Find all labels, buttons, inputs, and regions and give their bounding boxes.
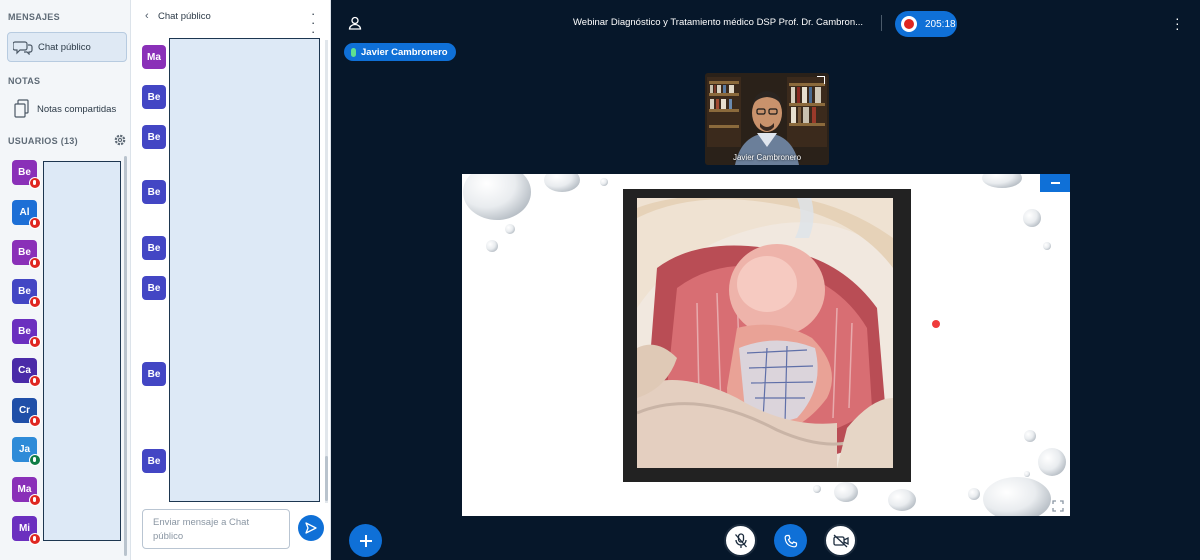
user-avatar[interactable]: Cr <box>12 398 41 427</box>
chat-messages-redacted-box <box>169 38 320 502</box>
anatomy-illustration <box>623 189 911 482</box>
fullscreen-icon[interactable] <box>1052 499 1064 512</box>
recording-time: 205:18 <box>925 18 956 30</box>
sidebar-item-public-chat[interactable]: Chat público <box>7 32 127 62</box>
muted-mic-badge-icon <box>29 217 41 229</box>
chat-message-avatar: Ma <box>142 45 166 69</box>
user-initials: Ma <box>17 484 32 495</box>
chat-options-kebab-icon[interactable]: · · · <box>311 7 315 38</box>
muted-mic-badge-icon <box>29 257 41 269</box>
user-avatar[interactable]: Al <box>12 200 41 229</box>
talker-name: Javier Cambronero <box>361 46 448 58</box>
user-initials: Be <box>18 286 31 297</box>
muted-mic-badge-icon <box>29 533 41 545</box>
notes-section-header: NOTAS <box>8 76 41 86</box>
chevron-left-icon[interactable]: ‹ <box>145 10 149 22</box>
user-avatar[interactable]: Ma <box>12 477 41 506</box>
shared-notes-label: Notas compartidas <box>37 103 117 115</box>
microphone-icon <box>351 47 356 57</box>
messages-section-header: MENSAJES <box>8 12 60 22</box>
user-avatar[interactable]: Ja <box>12 437 41 466</box>
leave-audio-button[interactable] <box>774 524 807 557</box>
user-list-scrollbar[interactable] <box>124 156 127 556</box>
talking-indicator: Javier Cambronero <box>344 43 456 61</box>
user-avatar[interactable]: Mi <box>12 516 41 545</box>
public-chat-label: Chat público <box>38 41 91 53</box>
user-initials: Be <box>18 326 31 337</box>
presentation-area: Webinar Diagnóstico y Tratamiento médico… <box>332 0 1200 560</box>
user-avatar[interactable]: Be <box>12 319 41 348</box>
share-webcam-button[interactable] <box>824 524 857 557</box>
user-initials: Al <box>19 207 30 218</box>
actions-plus-button[interactable] <box>349 524 382 557</box>
user-profile-icon[interactable] <box>348 16 362 35</box>
user-names-redacted-box <box>43 161 121 541</box>
plus-icon <box>359 534 372 547</box>
user-avatar[interactable]: Be <box>12 279 41 308</box>
webcam-video[interactable]: Javier Cambronero <box>705 73 829 165</box>
chat-bubbles-icon <box>8 39 38 55</box>
user-avatar[interactable]: Ca <box>12 358 41 387</box>
video-camera-off-icon <box>832 534 849 547</box>
chat-message-input[interactable]: Enviar mensaje a Chat público <box>142 509 290 549</box>
record-dot-icon <box>901 16 917 32</box>
chat-message-avatar: Be <box>142 125 166 149</box>
chat-title: Chat público <box>158 11 211 22</box>
webcam-feed-image <box>705 73 829 165</box>
user-list-panel: MENSAJES Chat público NOTAS Notas compar… <box>0 0 131 560</box>
send-button[interactable] <box>298 515 324 541</box>
main-options-kebab-icon[interactable]: · · · <box>1175 11 1180 35</box>
recording-indicator[interactable]: 205:18 <box>895 11 957 37</box>
user-avatar[interactable]: Be <box>12 160 41 189</box>
chat-message-avatar: Be <box>142 180 166 204</box>
surgical-anatomy-image <box>636 193 893 468</box>
webcam-name-label: Javier Cambronero <box>732 153 802 162</box>
user-initials: Mi <box>18 523 31 534</box>
user-initials: Ja <box>18 444 31 455</box>
users-section-header: USUARIOS (13) <box>8 136 78 146</box>
user-avatar[interactable]: Be <box>12 240 41 269</box>
send-arrow-icon <box>305 522 317 534</box>
chat-message-avatar: Be <box>142 362 166 386</box>
user-initials: Cr <box>18 405 31 416</box>
minimize-presentation-button[interactable] <box>1040 174 1070 192</box>
phone-icon <box>784 534 797 547</box>
user-initials: Be <box>18 167 31 178</box>
gear-icon[interactable] <box>113 133 127 147</box>
chat-panel: ‹ Chat público · · · Ma Be Be Be Be Be Be Be Envi… <box>131 0 331 560</box>
chat-message-avatar: Be <box>142 449 166 473</box>
active-mic-badge-icon <box>29 454 41 466</box>
muted-mic-badge-icon <box>29 415 41 427</box>
mute-microphone-button[interactable] <box>724 524 757 557</box>
chat-message-avatar: Be <box>142 236 166 260</box>
user-initials: Ca <box>18 365 31 376</box>
expand-icon[interactable] <box>817 76 825 84</box>
muted-mic-badge-icon <box>29 336 41 348</box>
muted-mic-badge-icon <box>29 296 41 308</box>
user-initials: Be <box>18 247 31 258</box>
chat-message-avatar: Be <box>142 85 166 109</box>
chat-message-avatar: Be <box>142 276 166 300</box>
muted-mic-badge-icon <box>29 494 41 506</box>
meeting-title: Webinar Diagnóstico y Tratamiento médico… <box>573 17 864 28</box>
sidebar-item-shared-notes[interactable]: Notas compartidas <box>7 94 127 124</box>
microphone-muted-icon <box>734 532 747 548</box>
title-divider <box>881 15 882 31</box>
notes-document-icon <box>7 99 37 119</box>
muted-mic-badge-icon <box>29 375 41 387</box>
presentation-slide[interactable] <box>462 174 1070 516</box>
chat-scrollbar[interactable] <box>325 40 328 503</box>
muted-mic-badge-icon <box>29 177 41 189</box>
laser-pointer-dot <box>932 320 940 328</box>
